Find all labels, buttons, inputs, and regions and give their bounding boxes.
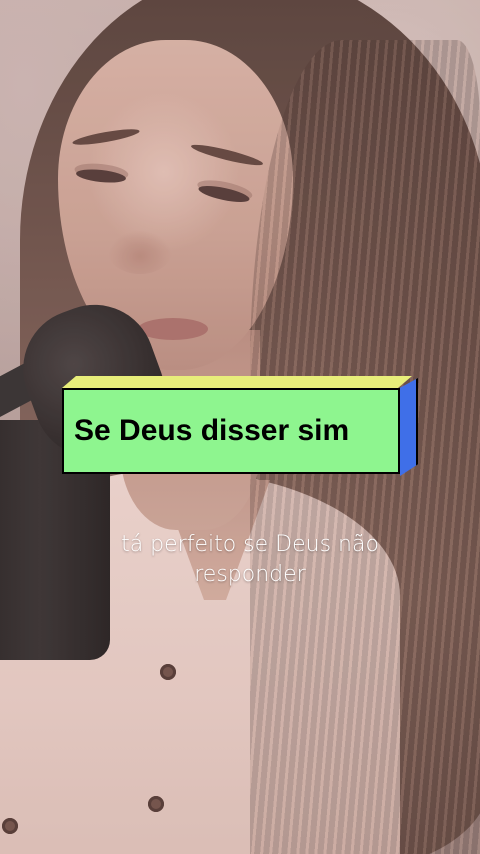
lyric-line-1: tá perfeito se Deus não bbox=[121, 532, 379, 557]
lyric-subtitle: tá perfeito se Deus não responder bbox=[90, 530, 410, 590]
title-sticker: Se Deus disser sim bbox=[62, 376, 418, 478]
sticker-top-edge bbox=[62, 376, 412, 388]
sticker-side-edge bbox=[400, 378, 418, 476]
song-title: Se Deus disser sim bbox=[74, 414, 350, 447]
video-frame: Se Deus disser sim tá perfeito se Deus n… bbox=[0, 0, 480, 854]
lyric-line-2: responder bbox=[194, 562, 306, 587]
sticker-face: Se Deus disser sim bbox=[62, 388, 400, 474]
